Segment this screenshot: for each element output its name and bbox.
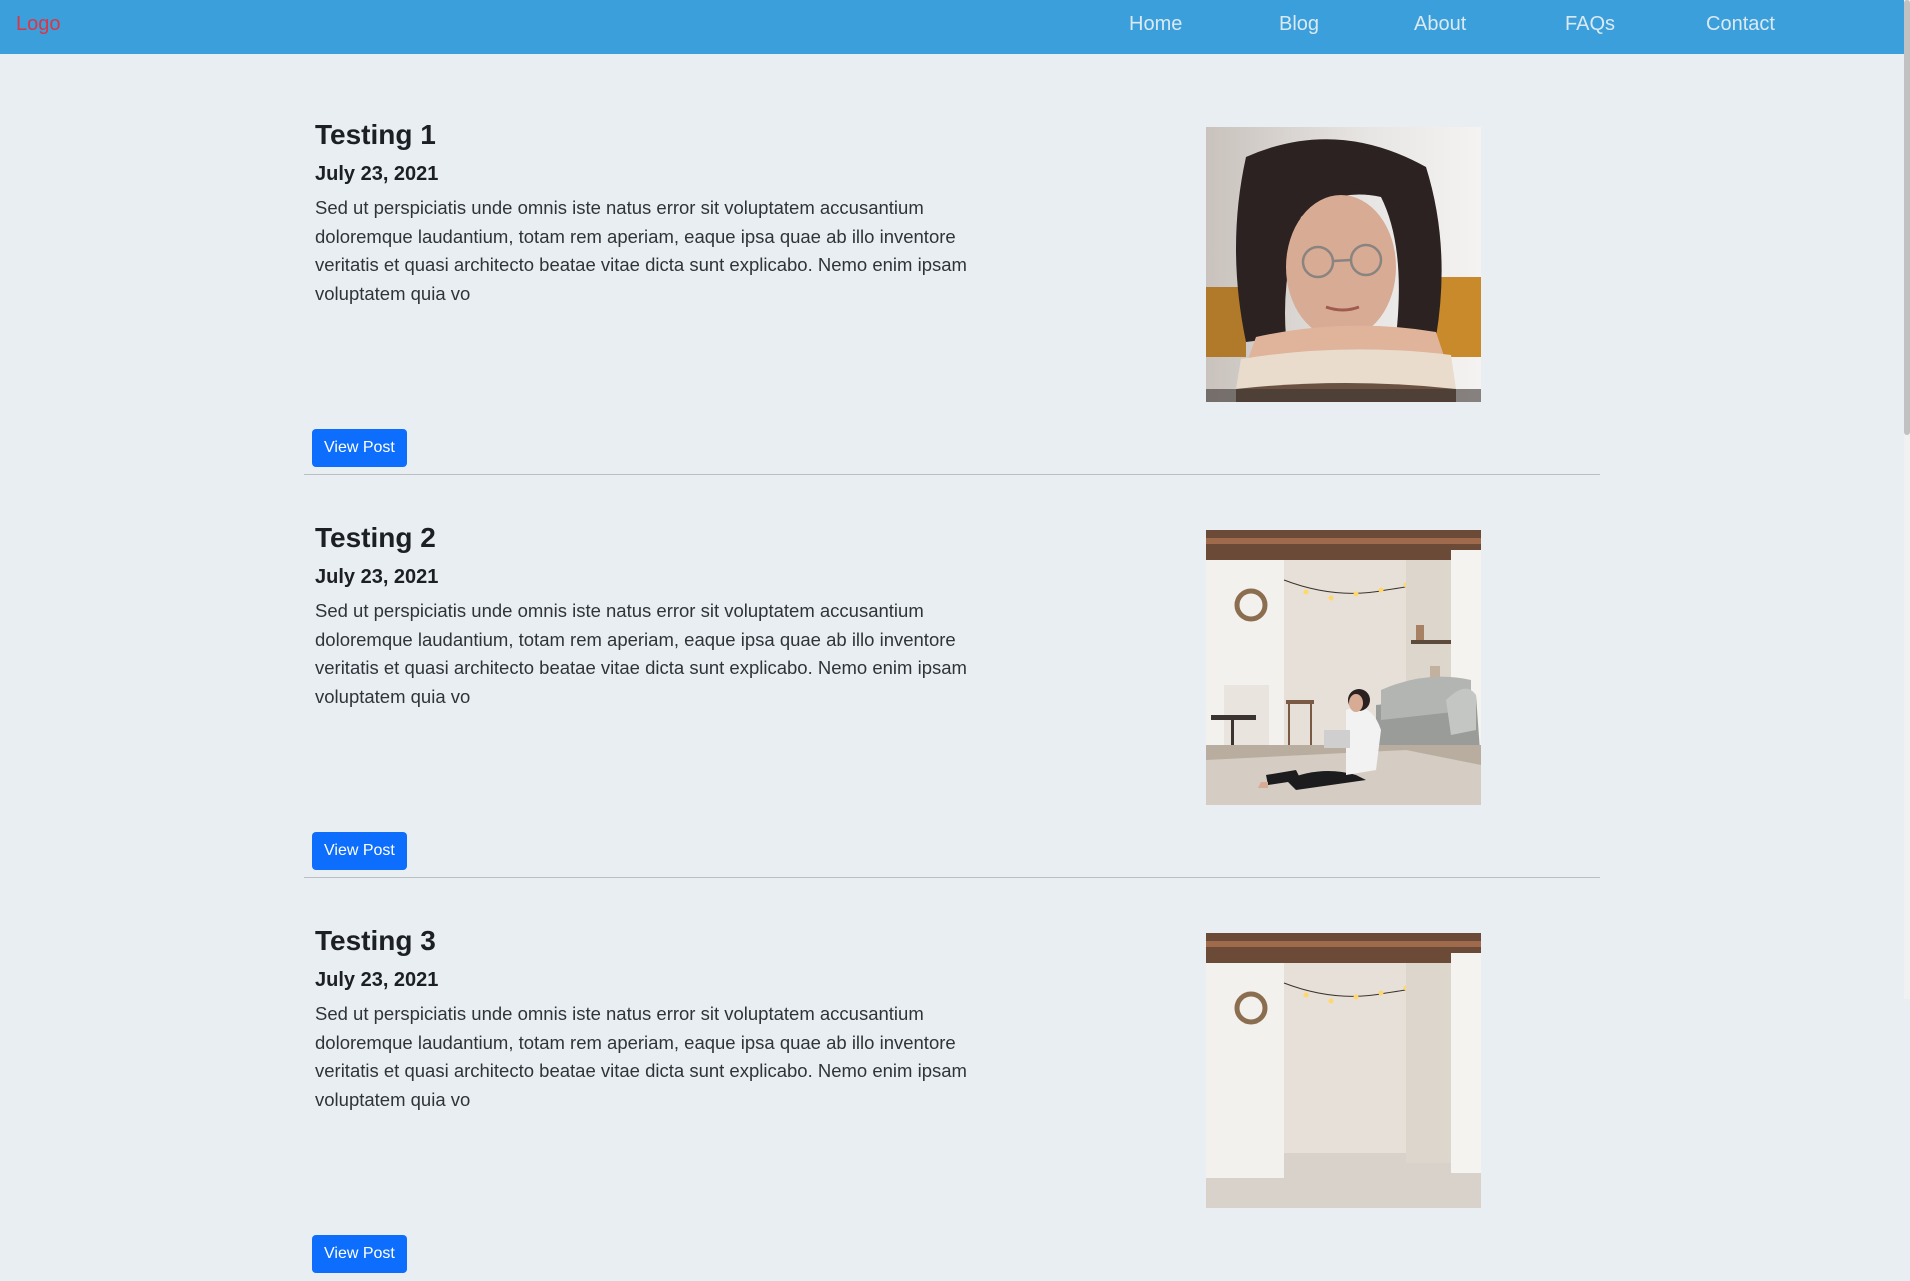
logo-link[interactable]: Logo xyxy=(16,13,61,36)
blog-post: Testing 1 July 23, 2021 Sed ut perspicia… xyxy=(304,72,1600,475)
post-title: Testing 1 xyxy=(315,119,436,150)
scrollbar-thumb[interactable] xyxy=(1904,0,1910,435)
woman-reading-book-photo xyxy=(1206,127,1481,402)
nav-link-faqs[interactable]: FAQs xyxy=(1565,13,1615,36)
page-scrollbar[interactable] xyxy=(1904,0,1910,999)
post-image xyxy=(1206,530,1481,805)
blog-post: Testing 3 July 23, 2021 Sed ut perspicia… xyxy=(304,878,1600,1281)
post-title: Testing 2 xyxy=(315,522,436,553)
post-date: July 23, 2021 xyxy=(315,969,439,991)
nav-link-contact[interactable]: Contact xyxy=(1706,13,1775,36)
post-excerpt: Sed ut perspiciatis unde omnis iste natu… xyxy=(315,600,967,708)
nav-link-about[interactable]: About xyxy=(1414,13,1466,36)
view-post-button[interactable]: View Post xyxy=(312,429,407,467)
view-post-button[interactable]: View Post xyxy=(312,832,407,870)
post-title: Testing 3 xyxy=(315,925,436,956)
post-image xyxy=(1206,127,1481,402)
post-date: July 23, 2021 xyxy=(315,163,439,185)
nav-link-home[interactable]: Home xyxy=(1129,13,1182,36)
nav-link-blog[interactable]: Blog xyxy=(1279,13,1319,36)
post-excerpt: Sed ut perspiciatis unde omnis iste natu… xyxy=(315,197,967,305)
woman-on-floor-in-living-room-photo xyxy=(1206,933,1481,1208)
post-image xyxy=(1206,933,1481,1208)
woman-on-floor-in-living-room-photo xyxy=(1206,530,1481,805)
view-post-button[interactable]: View Post xyxy=(312,1235,407,1273)
blog-post: Testing 2 July 23, 2021 Sed ut perspicia… xyxy=(304,475,1600,878)
post-excerpt: Sed ut perspiciatis unde omnis iste natu… xyxy=(315,1003,967,1111)
post-date: July 23, 2021 xyxy=(315,566,439,588)
top-navbar: Logo Home Blog About FAQs Contact xyxy=(0,0,1904,54)
